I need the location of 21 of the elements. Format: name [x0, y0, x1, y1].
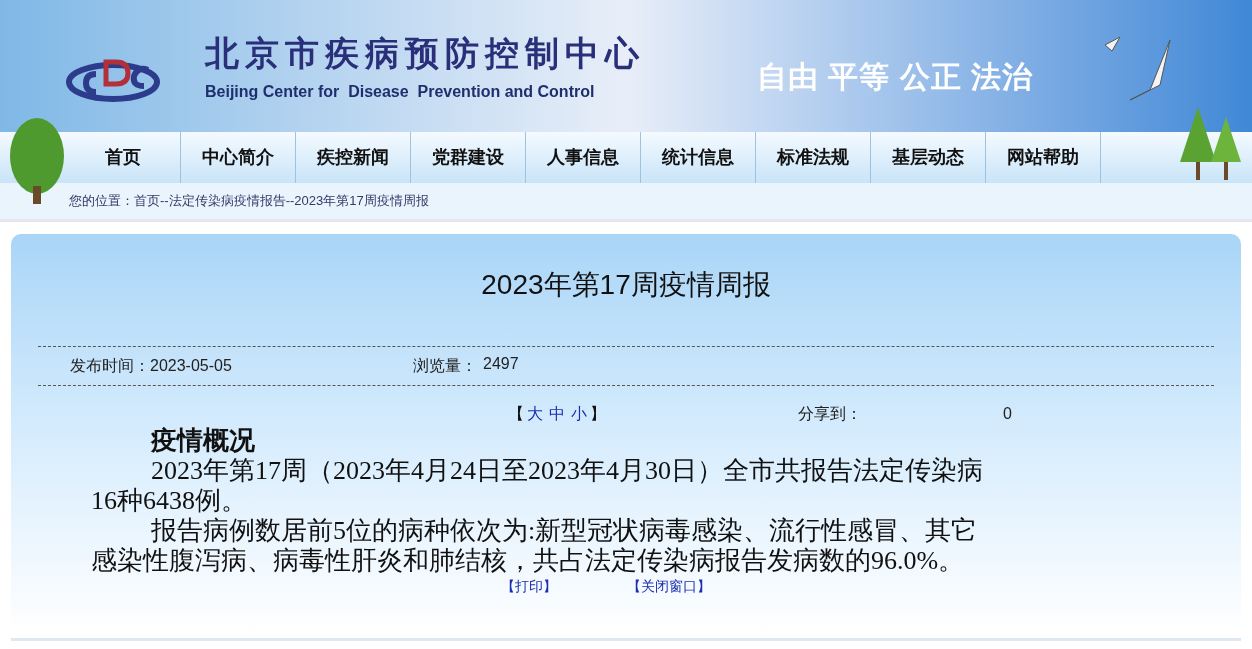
font-size-link[interactable]: 中: [546, 402, 568, 426]
site-subtitle: Beijing Center for Disease Prevention and Control: [205, 82, 596, 102]
breadcrumb: 您的位置：首页--法定传染病疫情报告--2023年第17周疫情周报: [69, 192, 429, 211]
paragraph: 2023年第17周（2023年4月24日至2023年4月30日）全市共报告法定传染病16种6438例。: [91, 456, 984, 516]
font-size-link[interactable]: 大: [524, 402, 546, 426]
bracket: 【: [508, 404, 524, 424]
views-count: 2497: [483, 354, 519, 374]
font-size-link[interactable]: 小: [568, 402, 590, 426]
section-heading: 疫情概况: [150, 426, 256, 456]
views-label: 浏览量：: [413, 356, 477, 376]
bracket: 】: [590, 404, 606, 424]
site-title: 北京市疾病预防控制中心: [205, 36, 645, 70]
action-link[interactable]: 【打印】: [501, 576, 557, 597]
tree-icon: [10, 116, 64, 206]
publish-date: 发布时间：2023-05-05: [70, 356, 233, 376]
paragraph: 报告病例数居前5位的病种依次为:新型冠状病毒感染、流行性感冒、其它感染性腹泻病、病毒性肝炎和肺结核，共占法定传染病报告发病数的96.0%。: [91, 516, 979, 576]
share-label: 分享到：: [798, 404, 863, 424]
share-count: 0: [1003, 404, 1012, 424]
slogan: 自由 平等 公正 法治: [757, 59, 1033, 95]
action-link[interactable]: 【关闭窗口】: [627, 576, 711, 597]
article-title: 2023年第17周疫情周报: [480, 268, 772, 302]
